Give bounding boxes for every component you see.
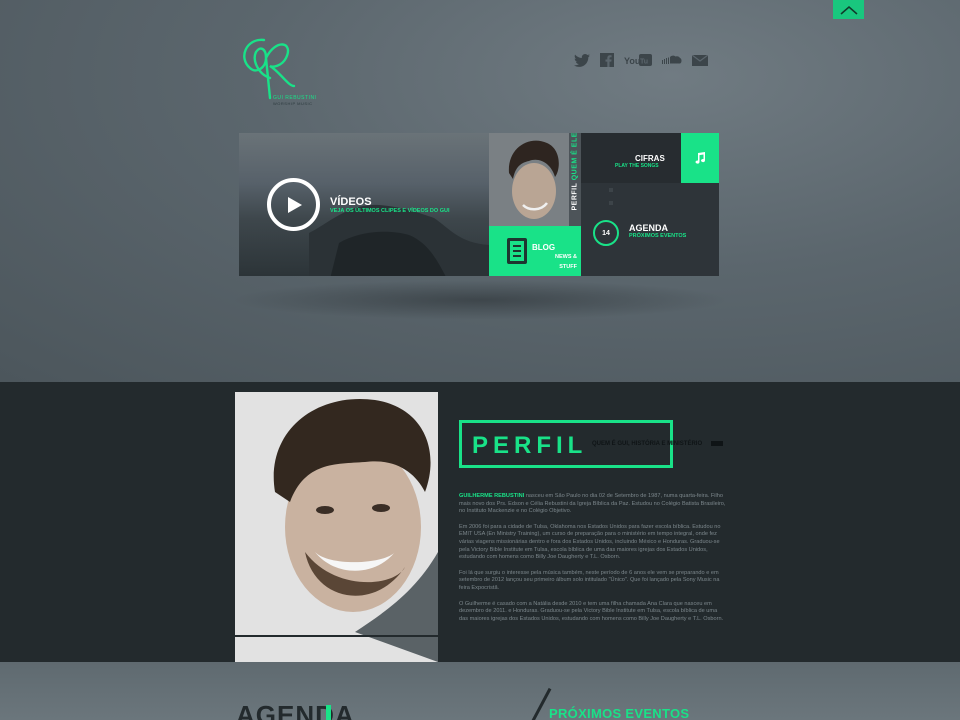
blog-subtitle: NEWS & STUFF <box>555 254 577 270</box>
cifras-subtitle: PLAY THE SONGS <box>615 163 659 169</box>
bio-paragraph: Em 2006 foi para a cidade de Tulsa, Okla… <box>459 523 721 561</box>
profile-thumbnail <box>489 133 569 226</box>
play-button[interactable] <box>267 178 320 231</box>
bio-paragraph: Foi lá que surgiu o interesse pela músic… <box>459 569 720 591</box>
profile-photo <box>235 392 438 662</box>
divider-dot <box>609 188 613 192</box>
profile-tile[interactable] <box>489 133 569 226</box>
twitter-icon[interactable] <box>574 52 590 68</box>
facebook-icon[interactable] <box>600 52 614 68</box>
mail-icon[interactable] <box>692 52 708 68</box>
right-column: CIFRAS PLAY THE SONGS 14 AGENDA PRÓXIMOS… <box>581 133 719 276</box>
cifras-tile[interactable]: CIFRAS PLAY THE SONGS <box>581 133 719 183</box>
document-icon <box>507 238 527 264</box>
profile-bio: GUILHERME REBUSTINI nasceu em São Paulo … <box>459 493 727 631</box>
youtube-icon[interactable]: You Tu <box>624 52 652 68</box>
svg-text:Tu: Tu <box>640 59 648 66</box>
videos-subtitle: VEJA OS ÚLTIMOS CLIPES E VÍDEOS DO GUI <box>330 208 450 214</box>
slash-divider <box>527 687 552 720</box>
brand-tagline: WORSHIP MUSIC <box>273 101 313 106</box>
bio-paragraph: O Guilherme é casado com a Natália desde… <box>459 600 724 622</box>
cliff-image <box>309 204 489 276</box>
chevron-up-icon <box>840 5 857 15</box>
play-icon <box>288 196 302 213</box>
scroll-top-button[interactable] <box>833 0 864 19</box>
svg-text:You: You <box>624 56 640 66</box>
blog-tile[interactable]: BLOG NEWS & STUFF <box>489 226 581 276</box>
profile-tagline: QUEM É GUI, HISTÓRIA E MINISTÉRIO <box>592 441 703 447</box>
panel-shadow <box>230 280 730 320</box>
agenda-subheading: PRÓXIMOS EVENTOS <box>549 706 690 720</box>
social-links: You Tu <box>574 52 718 68</box>
perfil-vertical-label: PERFIL QUEM É ELE <box>571 132 579 211</box>
agenda-section: AGENDA PRÓXIMOS EVENTOS <box>0 662 960 720</box>
music-note-icon <box>695 152 706 164</box>
bio-paragraph: GUILHERME REBUSTINI nasceu em São Paulo … <box>459 493 726 515</box>
profile-portrait-image <box>235 392 438 662</box>
cifras-title: CIFRAS <box>635 154 665 163</box>
blog-title: BLOG <box>532 243 556 252</box>
divider-dot <box>609 201 613 205</box>
profile-heading: PERFIL <box>472 432 588 459</box>
tagline-bar <box>711 441 723 446</box>
agenda-accent-bar <box>326 705 331 720</box>
agenda-subtitle: PRÓXIMOS EVENTOS <box>629 233 687 239</box>
agenda-date-badge[interactable]: 14 <box>593 220 619 246</box>
profile-section: PERFIL QUEM É GUI, HISTÓRIA E MINISTÉRIO… <box>0 382 960 662</box>
agenda-title[interactable]: AGENDA <box>629 223 668 233</box>
cifras-button[interactable] <box>681 133 719 183</box>
videos-tile[interactable]: VÍDEOS VEJA OS ÚLTIMOS CLIPES E VÍDEOS D… <box>239 133 489 276</box>
soundcloud-icon[interactable] <box>662 52 682 68</box>
perfil-strip[interactable]: PERFIL QUEM É ELE <box>569 132 581 226</box>
agenda-heading: AGENDA <box>236 700 355 720</box>
photo-divider <box>235 635 438 637</box>
feature-panel: VÍDEOS VEJA OS ÚLTIMOS CLIPES E VÍDEOS D… <box>239 132 719 276</box>
